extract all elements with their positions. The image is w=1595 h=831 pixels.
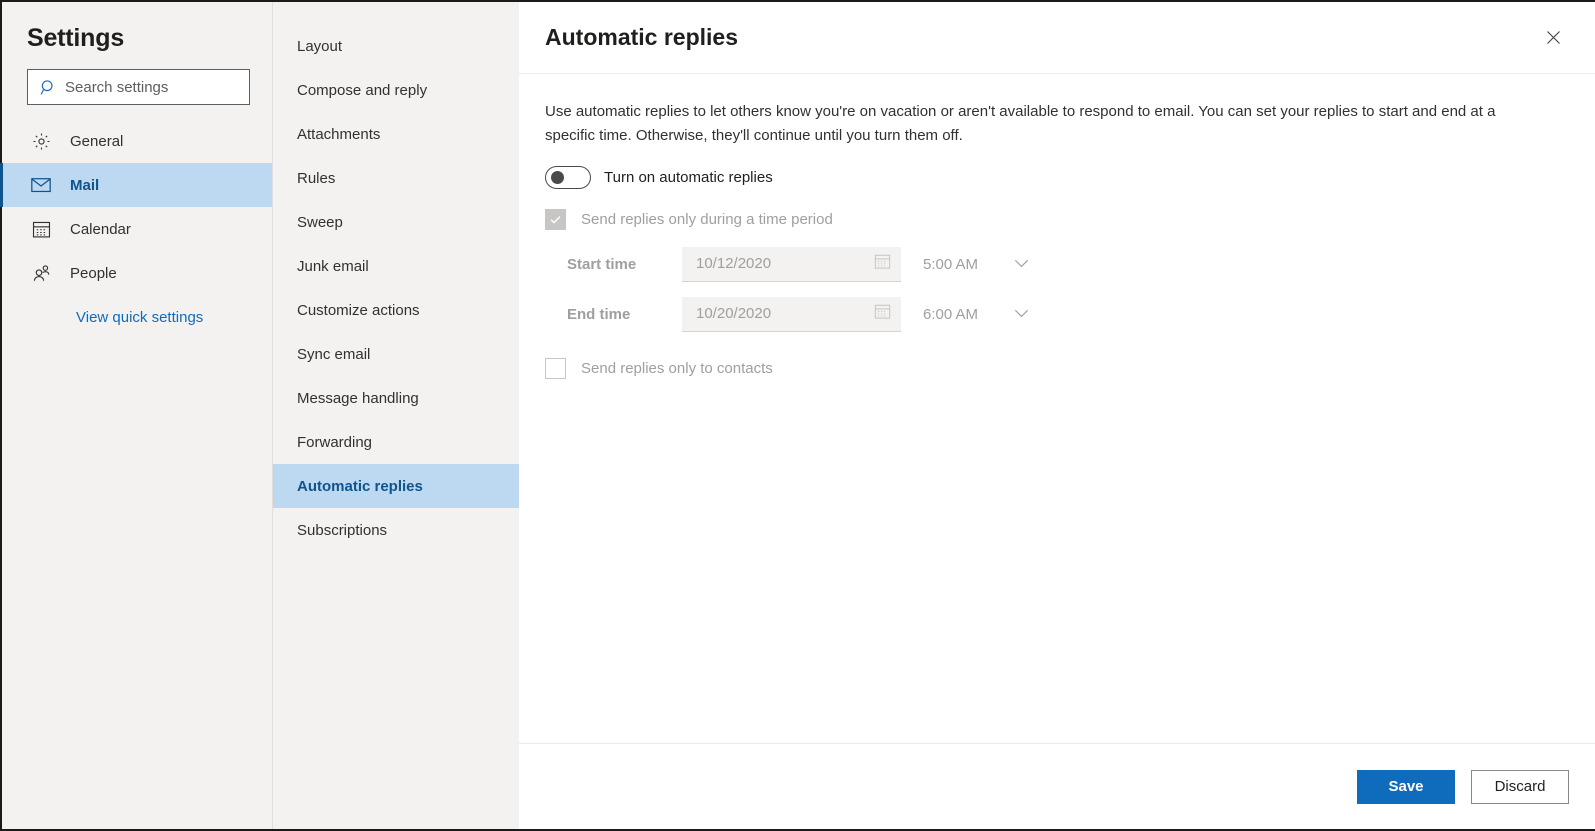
sidebar-item-label: Mail [70,176,100,194]
save-button[interactable]: Save [1357,769,1455,804]
sidebar-item-mail[interactable]: Mail [0,163,272,207]
settings-nav-list: General Mail Calendar People View quick … [0,119,272,326]
settings-dialog: Settings Gen [0,0,1595,831]
time-period-checkbox-row: Send replies only during a time period [545,209,1569,230]
view-quick-settings-link[interactable]: View quick settings [2,309,272,326]
time-period-checkbox-label: Send replies only during a time period [581,211,833,228]
subnav-item-customize-actions[interactable]: Customize actions [273,288,519,332]
toggle-label: Turn on automatic replies [604,169,773,186]
sidebar-item-label: Calendar [70,220,131,238]
subnav-item-subscriptions[interactable]: Subscriptions [273,508,519,552]
search-input[interactable] [65,78,241,96]
end-date-input[interactable]: 10/20/2020 [682,296,901,332]
contacts-checkbox-row: Send replies only to contacts [545,358,1569,379]
detail-footer: Save Discard [519,743,1595,829]
end-time-row: End time 10/20/2020 6:00 AM [567,294,1569,334]
start-time-row: Start time 10/12/2020 5:00 AM [567,244,1569,284]
settings-sidebar: Settings Gen [0,2,273,829]
people-icon [30,264,52,283]
sidebar-item-people[interactable]: People [2,251,272,295]
page-title: Settings [27,24,125,52]
subnav-item-rules[interactable]: Rules [273,156,519,200]
end-time-label: End time [567,305,631,323]
mail-subnav: Layout Compose and reply Attachments Rul… [273,2,519,829]
search-settings-wrapper [27,69,250,105]
chevron-down-icon [1014,305,1029,323]
calendar-icon [30,220,52,239]
detail-header: Automatic replies [519,2,1595,74]
subnav-item-sync-email[interactable]: Sync email [273,332,519,376]
subnav-item-attachments[interactable]: Attachments [273,112,519,156]
end-date-value: 10/20/2020 [696,305,772,322]
sidebar-item-label: People [70,264,117,282]
end-time-dropdown[interactable]: 6:00 AM [923,305,1029,323]
subnav-item-compose-and-reply[interactable]: Compose and reply [273,68,519,112]
close-icon[interactable] [1537,22,1569,54]
chevron-down-icon [1014,255,1029,273]
contacts-checkbox-label: Send replies only to contacts [581,360,773,377]
search-box[interactable] [27,69,250,105]
start-time-value: 5:00 AM [923,255,979,273]
calendar-icon [874,303,891,325]
turn-on-automatic-replies-toggle[interactable] [545,166,591,189]
gear-icon [30,132,52,151]
sidebar-item-general[interactable]: General [2,119,272,163]
detail-pane: Automatic replies Use automatic replies … [519,2,1595,829]
envelope-icon [30,177,52,193]
time-period-fields: Start time 10/12/2020 5:00 AM End time 1… [567,244,1569,334]
sidebar-item-label: General [70,132,124,150]
start-date-input[interactable]: 10/12/2020 [682,246,901,282]
sidebar-item-calendar[interactable]: Calendar [2,207,272,251]
subnav-item-sweep[interactable]: Sweep [273,200,519,244]
toggle-knob [551,171,564,184]
subnav-item-forwarding[interactable]: Forwarding [273,420,519,464]
description-text: Use automatic replies to let others know… [545,103,1496,144]
end-time-value: 6:00 AM [923,305,979,323]
subnav-item-layout[interactable]: Layout [273,24,519,68]
send-replies-time-period-checkbox[interactable] [545,209,566,230]
calendar-icon [874,253,891,275]
subnav-item-automatic-replies[interactable]: Automatic replies [273,464,519,508]
send-replies-contacts-checkbox[interactable] [545,358,566,379]
automatic-replies-toggle-row: Turn on automatic replies [545,166,1569,189]
subnav-item-junk-email[interactable]: Junk email [273,244,519,288]
search-icon [40,79,57,96]
discard-button[interactable]: Discard [1471,769,1569,804]
start-time-dropdown[interactable]: 5:00 AM [923,255,1029,273]
subnav-item-message-handling[interactable]: Message handling [273,376,519,420]
start-date-value: 10/12/2020 [696,255,772,272]
detail-body: Use automatic replies to let others know… [519,74,1595,743]
detail-title: Automatic replies [545,24,738,50]
start-time-label: Start time [567,255,637,273]
